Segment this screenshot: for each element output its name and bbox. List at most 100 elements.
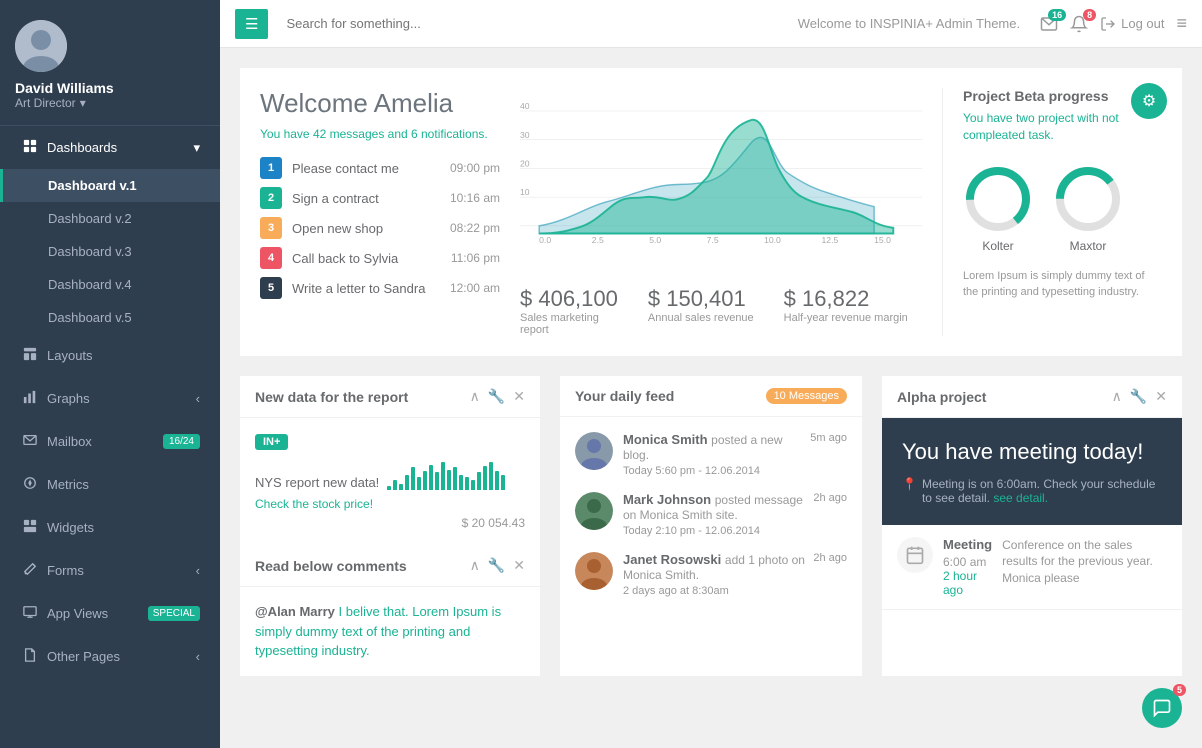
task-item-5: 5 Write a letter to Sandra 12:00 am [260,277,500,299]
svg-text:15.0: 15.0 [874,235,891,245]
mini-bar [399,484,403,490]
notifications-bell-button[interactable]: 8 [1070,15,1088,33]
task-time-2: 10:16 am [450,191,500,205]
header: ☰ Welcome to INSPINIA+ Admin Theme. 16 8… [220,0,1202,48]
bar-chart-mini [387,460,505,490]
profile-role[interactable]: Art Director ▾ [15,96,86,110]
mailbox-badge: 16/24 [163,434,200,449]
sidebar-item-dash1[interactable]: Dashboard v.1 [0,169,220,202]
widget-icon [23,519,37,536]
chevron-left-icon2: ‹ [196,649,200,664]
panel-report: New data for the report ∧ 🔧 ✕ IN+ NYS re… [240,376,540,676]
feed-item-2: Mark Johnson posted message on Monica Sm… [575,492,847,537]
comment-text: @Alan Marry I belive that. Lorem Ipsum i… [255,602,525,661]
svg-text:40: 40 [520,101,530,111]
minimize-icon3[interactable]: ∧ [1112,388,1122,405]
sidebar-item-otherpages[interactable]: Other Pages ‹ [0,635,220,678]
sidebar-item-layouts[interactable]: Layouts [0,334,220,377]
sidebar-item-forms[interactable]: Forms ‹ [0,549,220,592]
panel-comments-title: Read below comments [255,558,407,574]
mini-bar [477,472,481,490]
task-title-3: Open new shop [292,221,440,236]
sidebar-item-dash2[interactable]: Dashboard v.2 [0,202,220,235]
project-text: Lorem Ipsum is simply dummy text of the … [963,268,1162,301]
bar-chart-icon [23,390,37,407]
mini-bar [435,472,439,490]
wrench-icon[interactable]: 🔧 [488,388,505,405]
mini-bar [459,475,463,490]
svg-text:12.5: 12.5 [822,235,839,245]
sidebar-item-dash4[interactable]: Dashboard v.4 [0,268,220,301]
task-num-4: 4 [260,247,282,269]
project-progress: Project Beta progress You have two proje… [942,88,1162,336]
mini-bar [429,465,433,490]
panel-alpha-header: Alpha project ∧ 🔧 ✕ [882,376,1182,418]
close-icon3[interactable]: ✕ [1155,388,1167,405]
svg-text:10: 10 [520,187,530,197]
mini-bar [495,471,499,490]
header-icons: 16 8 Log out ≡ [1040,13,1187,34]
sidebar-item-dash3[interactable]: Dashboard v.3 [0,235,220,268]
sidebar-item-metrics[interactable]: Metrics [0,463,220,506]
donut-kolter: Kolter [963,164,1033,253]
meeting-time: 6:00 am 2 hour ago [943,555,992,597]
meeting-title: You have meeting today! [902,438,1162,467]
wrench-icon2[interactable]: 🔧 [488,557,505,574]
sidebar-item-mailbox[interactable]: Mailbox 16/24 [0,420,220,463]
panel-report-title: New data for the report [255,389,408,405]
sidebar-item-widgets[interactable]: Widgets [0,506,220,549]
chevron-left-icon: ‹ [196,391,200,406]
mini-bar [471,480,475,490]
header-lines-button[interactable]: ≡ [1176,13,1187,34]
task-title-2: Sign a contract [292,191,440,206]
content-area: Welcome Amelia You have 42 messages and … [220,48,1202,748]
welcome-left: Welcome Amelia You have 42 messages and … [260,88,500,336]
feed-item-1: Monica Smith posted a new blog. 5m ago T… [575,432,847,477]
minimize-icon[interactable]: ∧ [470,388,480,405]
welcome-title: Welcome Amelia [260,88,500,119]
chat-badge: 5 [1173,684,1186,696]
svg-text:10.0: 10.0 [764,235,781,245]
task-num-5: 5 [260,277,282,299]
project-charts: Kolter Maxtor [963,164,1162,253]
panel-alpha-title: Alpha project [897,389,986,405]
mini-bar [465,477,469,490]
wrench-icon3[interactable]: 🔧 [1130,388,1147,405]
sidebar-nav: Dashboards ▾ Dashboard v.1 Dashboard v.2… [0,126,220,748]
mini-bar [447,470,451,490]
sidebar-profile: David Williams Art Director ▾ [0,0,220,126]
main-content: ☰ Welcome to INSPINIA+ Admin Theme. 16 8… [220,0,1202,748]
chat-fab-button[interactable]: 5 [1142,688,1182,728]
grid-icon [23,139,37,156]
sidebar-item-graphs[interactable]: Graphs ‹ [0,377,220,420]
donut-maxtor: Maxtor [1053,164,1123,253]
bottom-row: New data for the report ∧ 🔧 ✕ IN+ NYS re… [240,376,1182,676]
sidebar-item-dash5[interactable]: Dashboard v.5 [0,301,220,334]
panel-report-body: IN+ NYS report new data! Check the stock… [240,418,540,545]
task-item-2: 2 Sign a contract 10:16 am [260,187,500,209]
notifications-email-button[interactable]: 16 [1040,15,1058,33]
sidebar-item-appviews[interactable]: App Views SPECIAL [0,592,220,635]
menu-toggle-button[interactable]: ☰ [235,9,268,39]
settings-fab-button[interactable]: ⚙ [1131,83,1167,119]
feed-avatar-3 [575,552,613,590]
nys-title: NYS report new data! [255,460,525,490]
panel-alpha: Alpha project ∧ 🔧 ✕ You have meeting tod… [882,376,1182,676]
mini-bar [501,475,505,490]
task-time-4: 11:06 pm [451,251,500,265]
search-input[interactable] [278,12,787,35]
feed-content-1: Monica Smith posted a new blog. 5m ago T… [623,432,847,477]
mail-icon [23,433,37,450]
sidebar-item-dashboards[interactable]: Dashboards ▾ [0,126,220,169]
logout-button[interactable]: Log out [1100,16,1164,32]
close-icon2[interactable]: ✕ [513,557,525,574]
nys-link[interactable]: Check the stock price! [255,497,373,511]
close-icon[interactable]: ✕ [513,388,525,405]
area-chart-svg: 40 30 20 10 0.0 2.5 5.0 7.5 10.0 12.5 15… [520,88,922,268]
meeting-desc: Conference on the sales results for the … [1002,537,1167,597]
task-title-4: Call back to Sylvia [292,251,441,266]
minimize-icon2[interactable]: ∧ [470,557,480,574]
appviews-badge: SPECIAL [148,606,200,621]
panel-feed-title: Your daily feed [575,388,674,404]
in-badge: IN+ [255,434,288,450]
